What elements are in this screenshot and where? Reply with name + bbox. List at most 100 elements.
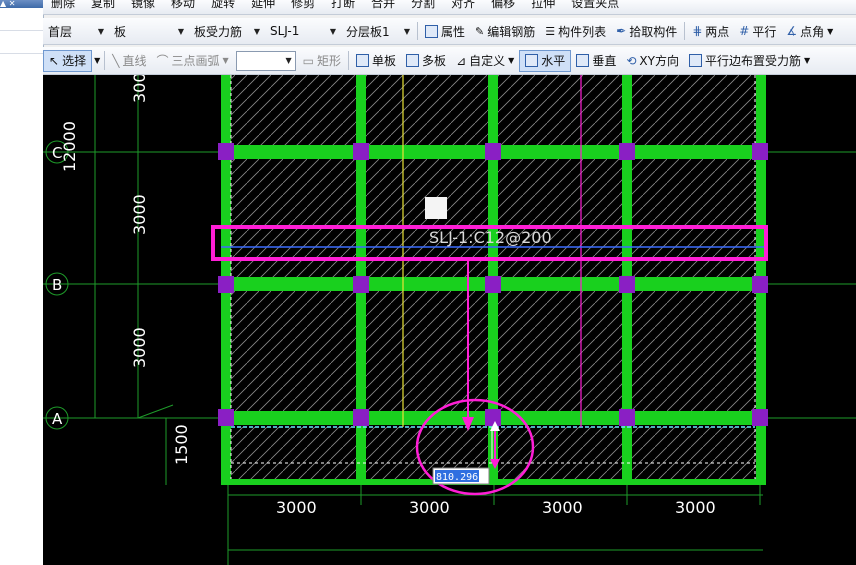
- line-button[interactable]: ╲ 直线: [107, 47, 151, 74]
- column[interactable]: [619, 143, 635, 160]
- coordinate-input-value[interactable]: 810.296: [436, 472, 478, 483]
- edit-rebar-button[interactable]: ✎ 编辑钢筋: [470, 18, 540, 44]
- parallel-button[interactable]: # 平行: [734, 18, 781, 44]
- edit-toolbar-item[interactable]: 打断: [323, 0, 363, 10]
- edit-toolbar-item[interactable]: 分割: [403, 0, 443, 10]
- point-angle-icon: ∡: [786, 24, 798, 38]
- xy-direction-button[interactable]: ⟲ XY方向: [621, 47, 684, 74]
- parallel-edge-button[interactable]: 平行边布置受力筋 ▼: [684, 47, 815, 74]
- floor-plan[interactable]: C B A 3000 12000 3000 3000 1500 3000 300…: [43, 75, 856, 565]
- single-board-label: 单板: [372, 54, 397, 68]
- edit-toolbar-item[interactable]: 移动: [163, 0, 203, 10]
- edit-toolbar-label: 镜像: [131, 0, 156, 10]
- edit-toolbar-item[interactable]: 设置夹点: [563, 0, 627, 10]
- chevron-down-icon: ▼: [285, 56, 292, 65]
- line-icon: ╲: [112, 53, 120, 68]
- column[interactable]: [353, 276, 369, 293]
- edit-toolbar-item[interactable]: 旋转: [203, 0, 243, 10]
- left-panel: ▲ ✕: [0, 0, 44, 565]
- point-angle-label: 点角: [800, 24, 825, 39]
- column[interactable]: [353, 143, 369, 160]
- multi-board-button[interactable]: 多板: [401, 47, 451, 74]
- component-list-button[interactable]: ☰ 构件列表: [540, 18, 611, 44]
- floor-select-value: 首层: [48, 24, 73, 39]
- column[interactable]: [485, 276, 501, 293]
- select-button[interactable]: ↖ 选择: [43, 49, 93, 72]
- component-name-value: SLJ-1: [270, 24, 300, 38]
- chevron-down-icon: ▼: [329, 26, 336, 36]
- arc-button[interactable]: ⌒ 三点画弧 ▼: [151, 47, 233, 74]
- two-point-label: 两点: [705, 24, 730, 39]
- edit-toolbar-item[interactable]: 修剪: [283, 0, 323, 10]
- parallel-edge-icon: [688, 54, 702, 67]
- axis-label-a: A: [52, 410, 63, 428]
- edit-toolbar-label: 移动: [171, 0, 196, 10]
- custom-label: 自定义: [469, 54, 506, 68]
- cursor-icon: ↖: [49, 53, 60, 68]
- bottom-dimensions: 3000 3000 3000 3000: [276, 498, 716, 517]
- column[interactable]: [619, 276, 635, 293]
- component-type-value: 板受力筋: [194, 24, 243, 39]
- dim-text: 3000: [276, 498, 317, 517]
- properties-icon: [425, 24, 438, 38]
- vertical-button[interactable]: 垂直: [571, 47, 621, 74]
- column[interactable]: [619, 409, 635, 426]
- column[interactable]: [485, 409, 501, 426]
- edit-toolbar-item[interactable]: 镜像: [123, 0, 163, 10]
- component-name-select[interactable]: SLJ-1 ▼: [267, 22, 339, 40]
- edit-toolbar-label: 修剪: [291, 0, 316, 10]
- select-label: 选择: [62, 54, 87, 68]
- column[interactable]: [752, 276, 768, 293]
- edit-toolbar-item[interactable]: 合并: [363, 0, 403, 10]
- edit-toolbar: 删除 复制 镜像 移动 旋转 延伸 修剪 打断 合并 分割 对齐 偏移 拉伸 设置夹点: [43, 0, 856, 15]
- layer-select[interactable]: 分层板1 ▼: [343, 22, 413, 40]
- rect-button[interactable]: ▭ 矩形: [298, 47, 346, 74]
- parallel-label: 平行: [752, 24, 777, 39]
- column[interactable]: [218, 143, 234, 160]
- edit-toolbar-label: 延伸: [251, 0, 276, 10]
- edit-toolbar-label: 复制: [91, 0, 116, 10]
- pick-component-button[interactable]: ✒ 拾取构件: [611, 18, 682, 44]
- custom-icon: ⊿: [456, 53, 467, 68]
- chevron-down-icon: ▼: [97, 26, 104, 36]
- drawing-canvas[interactable]: C B A 3000 12000 3000 3000 1500 3000 300…: [43, 75, 856, 565]
- column[interactable]: [218, 409, 234, 426]
- chevron-down-icon: ▼: [253, 26, 260, 36]
- dim-text: 12000: [60, 121, 79, 172]
- component-type-select[interactable]: 板受力筋 ▼: [191, 22, 263, 40]
- multi-board-icon: [406, 54, 420, 67]
- edit-toolbar-item[interactable]: 拉伸: [523, 0, 563, 10]
- edit-toolbar-label: 旋转: [211, 0, 236, 10]
- column[interactable]: [218, 276, 234, 293]
- column[interactable]: [752, 409, 768, 426]
- two-point-button[interactable]: ⋕ 两点: [687, 18, 734, 44]
- single-board-button[interactable]: 单板: [351, 47, 401, 74]
- custom-button[interactable]: ⊿ 自定义 ▼: [451, 47, 519, 74]
- category-select[interactable]: 板 ▼: [111, 22, 187, 40]
- column[interactable]: [752, 143, 768, 160]
- edit-toolbar-item[interactable]: 偏移: [483, 0, 523, 10]
- arc-mode-select[interactable]: ▼: [235, 50, 296, 71]
- point-angle-button[interactable]: ∡ 点角 ▼: [781, 18, 838, 44]
- left-panel-tab[interactable]: ▲ ✕: [0, 0, 43, 8]
- floor-select[interactable]: 首层 ▼: [45, 22, 107, 40]
- horizontal-button[interactable]: 水平: [519, 49, 572, 72]
- horizontal-icon: [525, 54, 539, 67]
- properties-button[interactable]: 属性: [420, 18, 470, 44]
- edit-toolbar-item[interactable]: 复制: [83, 0, 123, 10]
- dim-text: 3000: [409, 498, 450, 517]
- edit-toolbar-item[interactable]: 对齐: [443, 0, 483, 10]
- chevron-down-icon: ▼: [222, 56, 229, 65]
- grip-marker[interactable]: [425, 197, 447, 219]
- column[interactable]: [353, 409, 369, 426]
- edit-toolbar-item[interactable]: 延伸: [243, 0, 283, 10]
- arc-icon: ⌒: [156, 54, 169, 68]
- column[interactable]: [485, 143, 501, 160]
- left-panel-row[interactable]: [0, 8, 43, 31]
- left-panel-row[interactable]: [0, 31, 43, 54]
- selector-toolbar: 首层 ▼ 板 ▼ 板受力筋 ▼ SLJ-1 ▼ 分层板1 ▼ 属性 ✎ 编辑钢筋 ☰ 构件…: [43, 18, 856, 45]
- chevron-down-icon[interactable]: ▼: [92, 56, 102, 65]
- edit-toolbar-item[interactable]: 删除: [43, 0, 83, 10]
- chevron-down-icon: ▼: [177, 26, 184, 36]
- beam[interactable]: [221, 479, 766, 485]
